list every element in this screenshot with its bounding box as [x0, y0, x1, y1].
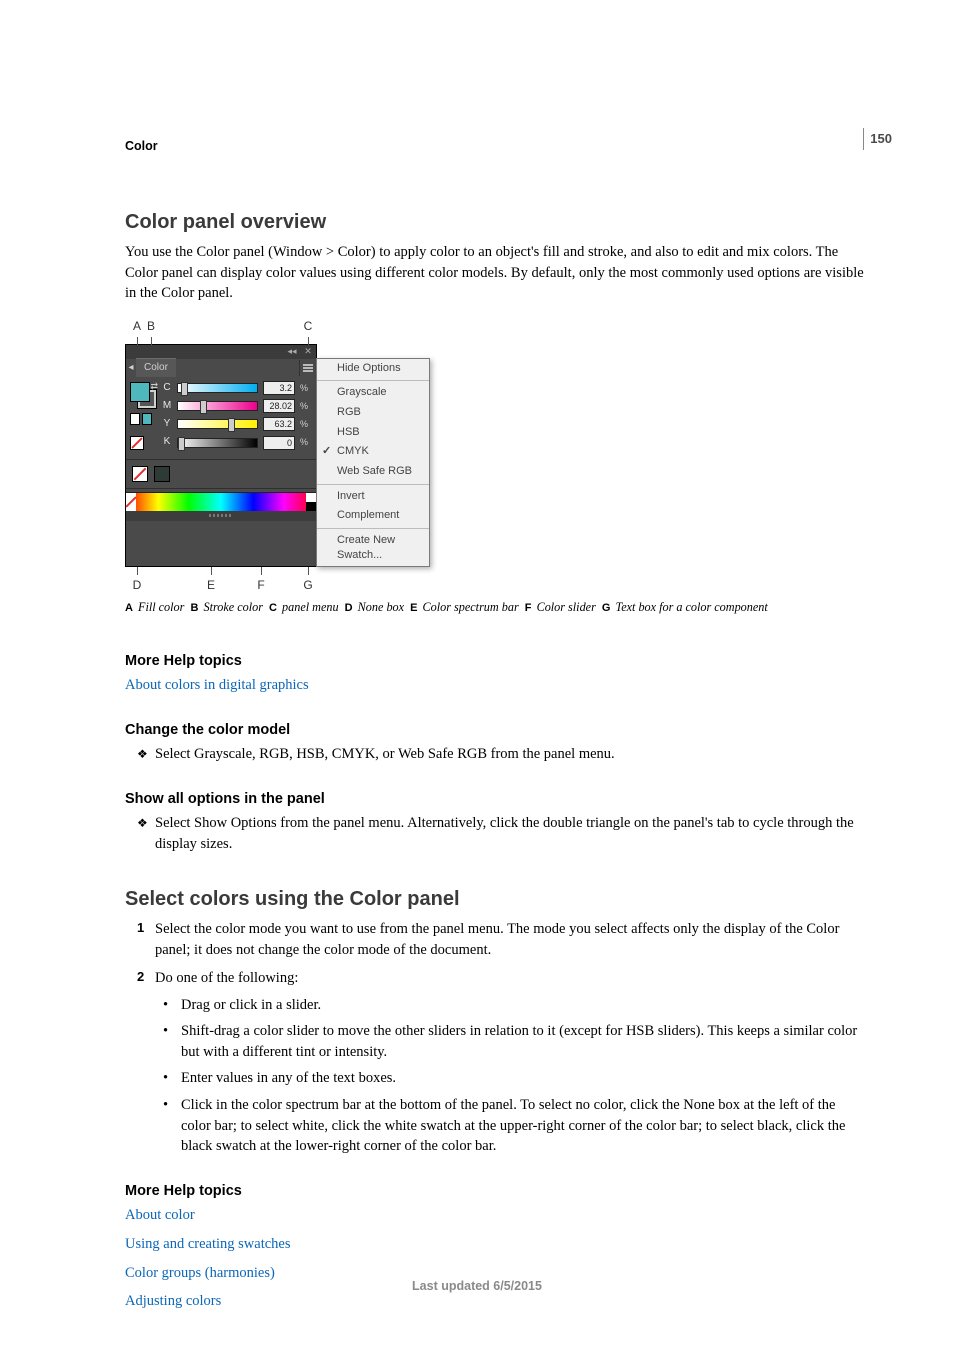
page-number: 150	[863, 128, 892, 150]
pct-label: %	[300, 400, 310, 413]
panel-tab-color[interactable]: Color	[136, 358, 176, 377]
channel-m-label: M	[162, 399, 172, 413]
pct-label: %	[300, 418, 310, 431]
substep-1: Drag or click in a slider.	[181, 995, 321, 1016]
menu-invert[interactable]: Invert	[317, 487, 429, 507]
callout-c: C	[302, 318, 314, 345]
channel-c-label: C	[162, 381, 172, 395]
menu-websafe[interactable]: Web Safe RGB	[317, 462, 429, 482]
value-c[interactable]: 3.2	[263, 381, 295, 395]
slider-c[interactable]	[177, 383, 258, 393]
substep-3: Enter values in any of the text boxes.	[181, 1068, 396, 1089]
callout-e: E	[205, 567, 217, 594]
spectrum-none-box[interactable]	[126, 493, 136, 511]
color-panel: ◂◂ ✕ ◂ Color ⇄	[125, 344, 317, 567]
heading-color-panel-overview: Color panel overview	[125, 208, 894, 236]
bullet-icon	[163, 995, 181, 1016]
callout-f: F	[255, 567, 267, 594]
panel-resize-grip[interactable]	[126, 511, 316, 521]
more-help-heading-2: More Help topics	[125, 1181, 894, 1202]
page-footer: Last updated 6/5/2015	[0, 1278, 954, 1296]
callout-g: G	[302, 567, 314, 594]
menu-create-swatch[interactable]: Create New Swatch...	[317, 531, 429, 566]
channel-k-label: K	[162, 435, 172, 449]
link-about-color[interactable]: About color	[125, 1205, 894, 1226]
step-marker-1: 1	[137, 919, 155, 960]
callout-d: D	[131, 567, 143, 594]
substep-4: Click in the color spectrum bar at the b…	[181, 1095, 863, 1157]
current-color-swatch	[154, 466, 170, 482]
panel-menu-icon[interactable]	[299, 360, 316, 376]
fill-color-swatch[interactable]	[130, 382, 150, 402]
callout-a: A	[131, 318, 143, 345]
slider-y[interactable]	[177, 419, 258, 429]
panel-flyout-menu: Hide Options Grayscale RGB HSB CMYK Web …	[316, 358, 430, 567]
menu-rgb[interactable]: RGB	[317, 403, 429, 423]
step-1: Select the color mode you want to use fr…	[155, 919, 863, 960]
bullet-change-model: Select Grayscale, RGB, HSB, CMYK, or Web…	[155, 744, 615, 765]
bullet-icon	[163, 1068, 181, 1089]
none-swatch-icon[interactable]	[132, 466, 148, 482]
value-m[interactable]: 28.02	[263, 399, 295, 413]
mini-none-icon[interactable]	[130, 436, 144, 450]
diamond-bullet-icon	[137, 813, 155, 854]
bullet-icon	[163, 1095, 181, 1157]
fill-stroke-swatch[interactable]: ⇄	[130, 382, 156, 408]
section-label: Color	[125, 138, 894, 156]
more-help-heading-1: More Help topics	[125, 651, 894, 672]
spectrum-white-black[interactable]	[306, 493, 316, 511]
bullet-icon	[163, 1021, 181, 1062]
callout-row-bottom: D E F G	[125, 567, 435, 593]
diamond-bullet-icon	[137, 744, 155, 765]
panel-collapse-icon[interactable]: ◂◂	[284, 345, 300, 359]
link-about-digital-colors[interactable]: About colors in digital graphics	[125, 675, 309, 696]
slider-k[interactable]	[177, 438, 258, 448]
slider-m[interactable]	[177, 401, 258, 411]
panel-tab-arrow-icon[interactable]: ◂	[126, 361, 136, 375]
callout-b: B	[145, 318, 157, 345]
callout-row-top: A B C	[125, 318, 425, 344]
figure-color-panel: A B C ◂◂ ✕ ◂ Color	[125, 318, 894, 593]
swap-fill-stroke-icon[interactable]: ⇄	[150, 380, 158, 393]
pct-label: %	[300, 436, 310, 449]
channel-y-label: Y	[162, 417, 172, 431]
substep-2: Shift-drag a color slider to move the ot…	[181, 1021, 863, 1062]
heading-change-color-model: Change the color model	[125, 720, 894, 741]
bullet-show-all: Select Show Options from the panel menu.…	[155, 813, 863, 854]
pct-label: %	[300, 382, 310, 395]
step-2: Do one of the following:	[155, 968, 298, 989]
step-marker-2: 2	[137, 968, 155, 989]
heading-select-colors: Select colors using the Color panel	[125, 885, 894, 913]
figure-caption: A Fill color B Stroke color C panel menu…	[125, 599, 865, 617]
color-spectrum-bar[interactable]	[126, 492, 316, 511]
menu-hsb[interactable]: HSB	[317, 423, 429, 443]
panel-titlebar: ◂◂ ✕	[126, 345, 316, 359]
value-k[interactable]: 0	[263, 436, 295, 450]
panel-close-icon[interactable]: ✕	[300, 345, 316, 359]
menu-hide-options[interactable]: Hide Options	[317, 359, 429, 379]
heading-show-all-options: Show all options in the panel	[125, 789, 894, 810]
link-swatches[interactable]: Using and creating swatches	[125, 1234, 894, 1255]
intro-paragraph: You use the Color panel (Window > Color)…	[125, 242, 865, 304]
menu-cmyk[interactable]: CMYK	[317, 442, 429, 462]
menu-grayscale[interactable]: Grayscale	[317, 383, 429, 403]
menu-complement[interactable]: Complement	[317, 506, 429, 526]
value-y[interactable]: 63.2	[263, 417, 295, 431]
color-apply-toggle[interactable]	[130, 413, 152, 423]
